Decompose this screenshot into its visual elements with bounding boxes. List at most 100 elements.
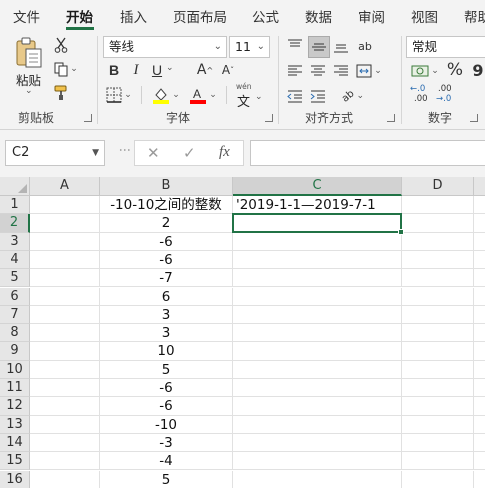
number-dialog-launcher-icon[interactable] xyxy=(470,114,478,122)
cell-c9[interactable] xyxy=(233,342,402,361)
cell-d11[interactable] xyxy=(402,379,474,398)
cell-d14[interactable] xyxy=(402,433,474,453)
cell-a16[interactable] xyxy=(30,470,100,488)
paste-button[interactable] xyxy=(12,36,46,70)
column-header-d[interactable]: D xyxy=(402,177,474,196)
orientation-button[interactable]: ab ⌄ xyxy=(338,85,368,107)
cell-partial[interactable] xyxy=(474,233,485,251)
cell-c8[interactable] xyxy=(233,324,402,343)
column-header-c[interactable]: C xyxy=(233,177,402,196)
cell-d15[interactable] xyxy=(402,452,474,471)
font-size-combobox[interactable]: 11 ⌄ xyxy=(229,36,270,58)
cell-a7[interactable] xyxy=(30,305,100,325)
cell-c6[interactable] xyxy=(233,287,402,306)
insert-function-icon[interactable]: fx xyxy=(219,144,230,161)
cell-b8[interactable]: 3 xyxy=(100,324,233,343)
row-header-14[interactable]: 14 xyxy=(0,433,30,453)
row-header-4[interactable]: 4 xyxy=(0,250,30,270)
cell-b15[interactable]: -4 xyxy=(100,452,233,471)
underline-button[interactable]: U xyxy=(149,61,165,79)
cell-d9[interactable] xyxy=(402,342,474,361)
cell-d4[interactable] xyxy=(402,250,474,270)
cell-partial[interactable] xyxy=(474,306,485,325)
cell-d1[interactable] xyxy=(402,196,474,215)
cell-partial[interactable] xyxy=(474,361,485,379)
cell-c14[interactable] xyxy=(233,433,402,453)
row-header-6[interactable]: 6 xyxy=(0,287,30,306)
cell-c11[interactable] xyxy=(233,379,402,398)
row-header-5[interactable]: 5 xyxy=(0,269,30,288)
cell-c5[interactable] xyxy=(233,269,402,288)
cell-a11[interactable] xyxy=(30,379,100,398)
cell-a4[interactable] xyxy=(30,250,100,270)
formula-input[interactable] xyxy=(250,140,485,166)
column-header-a[interactable]: A xyxy=(30,177,100,196)
wrap-text-button[interactable]: ab xyxy=(355,35,375,57)
cell-d2[interactable] xyxy=(402,214,474,233)
name-box[interactable]: C2 ▼ xyxy=(5,140,105,166)
enter-icon[interactable]: ✓ xyxy=(183,144,196,162)
cell-c16[interactable] xyxy=(233,470,402,488)
cell-c2[interactable] xyxy=(233,214,402,233)
tab-insert[interactable]: 插入 xyxy=(120,6,147,26)
cell-d5[interactable] xyxy=(402,269,474,288)
borders-button[interactable]: ⌄ xyxy=(104,85,134,105)
font-dialog-launcher-icon[interactable] xyxy=(265,114,273,122)
cell-b6[interactable]: 6 xyxy=(100,287,233,306)
tab-review[interactable]: 审阅 xyxy=(358,6,385,26)
worksheet-grid[interactable]: A B C D 1 -10-10之间的整数 '2019-1-1—2019-7-1 2 2 3 -6 4… xyxy=(0,177,485,488)
cell-a10[interactable] xyxy=(30,360,100,379)
cell-b3[interactable]: -6 xyxy=(100,232,233,251)
row-header-10[interactable]: 10 xyxy=(0,360,30,379)
cell-b16[interactable]: 5 xyxy=(100,470,233,488)
cell-partial[interactable] xyxy=(474,288,485,306)
format-painter-button[interactable] xyxy=(52,84,70,102)
cell-c4[interactable] xyxy=(233,250,402,270)
cell-d6[interactable] xyxy=(402,287,474,306)
increase-decimal-button[interactable]: ←.0 .00 xyxy=(410,84,434,106)
row-header-7[interactable]: 7 xyxy=(0,305,30,325)
comma-style-button[interactable]: 9 xyxy=(470,59,485,81)
align-left-button[interactable] xyxy=(285,61,305,81)
cell-partial[interactable] xyxy=(474,342,485,361)
cell-b9[interactable]: 10 xyxy=(100,342,233,361)
cell-a1[interactable] xyxy=(30,196,100,215)
cancel-icon[interactable]: ✕ xyxy=(147,144,160,162)
row-header-13[interactable]: 13 xyxy=(0,415,30,434)
font-color-button[interactable]: A ⌄ xyxy=(187,85,219,105)
cell-partial[interactable] xyxy=(474,214,485,233)
column-header-b[interactable]: B xyxy=(100,177,233,196)
row-header-8[interactable]: 8 xyxy=(0,324,30,343)
cell-b4[interactable]: -6 xyxy=(100,250,233,270)
underline-dropdown-chevron-icon[interactable]: ⌄ xyxy=(166,63,174,73)
select-all-button[interactable] xyxy=(0,177,30,196)
cut-button[interactable] xyxy=(52,36,70,54)
cell-a6[interactable] xyxy=(30,287,100,306)
cell-a2[interactable] xyxy=(30,214,100,233)
cell-b2[interactable]: 2 xyxy=(100,214,233,233)
fill-handle[interactable] xyxy=(398,228,404,235)
cell-c12[interactable] xyxy=(233,397,402,416)
cell-c13[interactable] xyxy=(233,415,402,434)
cell-d3[interactable] xyxy=(402,232,474,251)
cell-b5[interactable]: -7 xyxy=(100,269,233,288)
align-middle-button[interactable] xyxy=(308,36,330,58)
cell-partial[interactable] xyxy=(474,324,485,343)
cell-partial[interactable] xyxy=(474,471,485,488)
increase-font-size-button[interactable]: A ^ xyxy=(196,61,214,79)
cell-c10[interactable] xyxy=(233,360,402,379)
row-header-16[interactable]: 16 xyxy=(0,470,30,488)
row-header-9[interactable]: 9 xyxy=(0,342,30,361)
paste-dropdown-chevron-icon[interactable]: ⌄ xyxy=(25,86,33,96)
cell-c1[interactable]: '2019-1-1—2019-7-1 xyxy=(233,196,402,215)
tab-formulas[interactable]: 公式 xyxy=(252,6,279,26)
tab-help[interactable]: 帮助 xyxy=(464,6,485,26)
phonetic-guide-button[interactable]: wén 文 ⌄ xyxy=(233,82,263,110)
cell-a15[interactable] xyxy=(30,452,100,471)
row-header-1[interactable]: 1 xyxy=(0,196,30,215)
cell-partial[interactable] xyxy=(474,269,485,288)
column-header-partial[interactable] xyxy=(474,177,485,196)
percent-style-button[interactable]: % xyxy=(446,59,464,81)
cell-a12[interactable] xyxy=(30,397,100,416)
cell-partial[interactable] xyxy=(474,452,485,471)
